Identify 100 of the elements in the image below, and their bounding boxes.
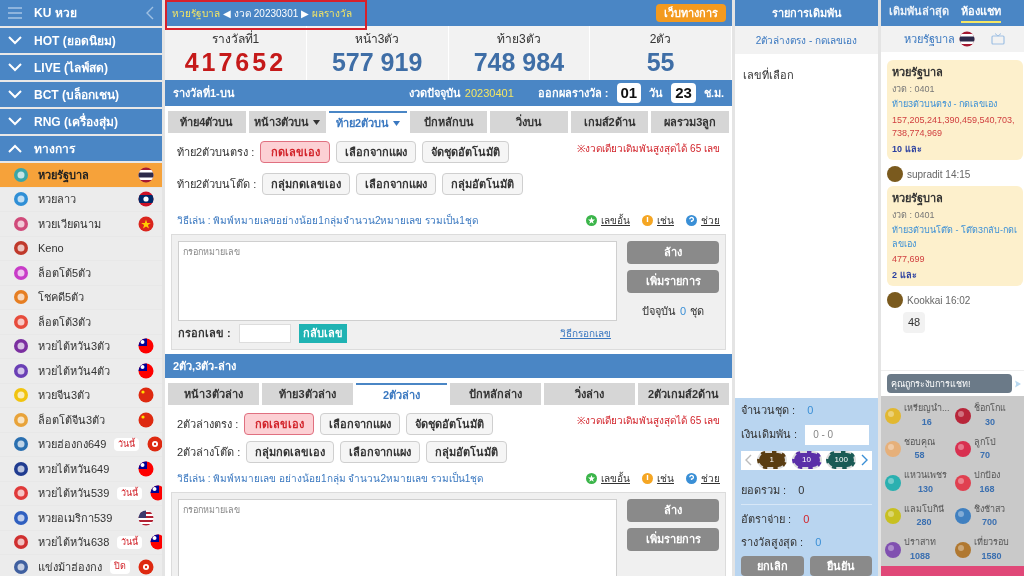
help-link[interactable]: เลขอั้น	[601, 471, 630, 486]
gift-item[interactable]: ปกป้อง 168	[954, 467, 1024, 499]
bet-option-button[interactable]: เลือกจากแผง	[340, 441, 421, 463]
bet-option-button[interactable]: เลือกจากแผง	[336, 141, 417, 163]
lottery-logo-icon	[12, 509, 30, 526]
bet-option-button[interactable]: กลุ่มอัตโนมัติ	[426, 441, 508, 463]
gift-item[interactable]: แหวนเพชร 130	[884, 467, 954, 499]
gift-name: แหวนเพชร	[904, 469, 947, 483]
arrow-link[interactable]: ◀	[223, 5, 231, 21]
gift-icon	[954, 507, 972, 526]
gift-icon	[954, 440, 972, 459]
lottery-item[interactable]: หวยไต้หวัน649	[0, 457, 162, 481]
gift-price: 130	[918, 482, 933, 496]
gift-icon	[954, 540, 972, 559]
bet-limit-notice: ※งวดเดียวเดิมพันสูงสุดได้ 65 เลข	[577, 414, 720, 429]
bet-type-tab[interactable]: ปักหลักล่าง	[450, 383, 541, 405]
gift-item[interactable]: ช็อกโกแ 30	[954, 400, 1024, 431]
chip-button[interactable]: 100	[826, 451, 857, 469]
bet-option-button[interactable]: กดเลขเอง	[260, 141, 331, 163]
gift-item[interactable]: แลมโบกินี 280	[884, 500, 954, 532]
bet-type-tab[interactable]: หน้า3ตัวล่าง	[168, 383, 259, 405]
lottery-item[interactable]: หวยจีน3ตัว	[0, 383, 162, 407]
bet-option-button[interactable]: กลุ่มอัตโนมัติ	[442, 173, 524, 195]
tv-icon[interactable]	[990, 33, 1005, 45]
bubble-lottery: หวยรัฐบาล	[892, 191, 944, 207]
gift-item[interactable]: เหรียญนำ... 16	[884, 400, 954, 431]
star-icon	[586, 215, 597, 226]
gift-name: ชิงช้าสว	[974, 502, 1005, 516]
lottery-item[interactable]: หวยรัฐบาล	[0, 163, 162, 187]
arrow-link[interactable]: ▶	[301, 5, 310, 21]
category-header[interactable]: BCT (บล็อกเชน)	[0, 82, 162, 107]
bet-type-tab[interactable]: วิ่งล่าง	[544, 383, 635, 405]
lottery-logo-icon	[12, 362, 30, 379]
sets-label: จำนวนชุด :	[741, 403, 796, 419]
lottery-item[interactable]: Keno	[0, 236, 162, 260]
lottery-item[interactable]: หวยไต้หวัน539 วันนี้	[0, 481, 162, 505]
chip-button[interactable]: 10	[791, 451, 822, 469]
bet-type-tab[interactable]: เกมส์2ด้าน	[570, 111, 649, 133]
bet-type-tab[interactable]: ท้าย4ตัวบน	[168, 111, 246, 133]
help-link[interactable]: เช่น	[657, 471, 674, 486]
bubble-numbers: 477,699	[892, 253, 926, 266]
bet-option-button[interactable]: กลุ่มกดเลขเอง	[262, 173, 351, 195]
lottery-logo-icon	[12, 240, 30, 257]
stake-field[interactable]: 0 - 0	[805, 424, 870, 445]
gift-icon	[884, 440, 902, 459]
category-header[interactable]: RNG (เครื่องสุ่ม)	[0, 109, 162, 134]
bet-option-button[interactable]: จัดชุดอัตโนมัติ	[422, 141, 510, 163]
lottery-item[interactable]: ล็อตโต้3ตัว	[0, 310, 162, 334]
bet-option-button[interactable]: กลุ่มกดเลขเอง	[246, 441, 335, 463]
lottery-item[interactable]: หวยลาว	[0, 187, 162, 211]
collapse-icon[interactable]	[146, 6, 154, 20]
lottery-item[interactable]: หวยไต้หวัน4ตัว	[0, 359, 162, 383]
lottery-item[interactable]: หวยฮ่องกง649 วันนี้	[0, 432, 162, 456]
bet-type-tab[interactable]: วิ่งบน	[490, 111, 568, 133]
bet-type-tab[interactable]: ผลรวม3ลูก	[651, 111, 730, 133]
bet-type-tab[interactable]: ท้าย3ตัวล่าง	[262, 383, 353, 405]
category-header[interactable]: LIVE (ไลฟ์สด)	[0, 55, 162, 80]
bet-type-tab[interactable]: ปักหลักบน	[409, 111, 488, 133]
lottery-logo-icon	[12, 387, 30, 404]
lottery-item[interactable]: ล็อตโต้5ตัว	[0, 261, 162, 285]
help-link[interactable]: ช่วย	[701, 213, 720, 228]
gift-icon	[884, 406, 902, 425]
gift-item[interactable]: เที่ยวรอบ 1580	[954, 534, 1024, 566]
chip-button[interactable]: 1	[756, 451, 787, 469]
how-to-play-text: วิธีเล่น : พิมพ์หมายเลข อย่างน้อย1กลุ่ม จำนวน2หมายเลข รวมเป็น1ชุด	[177, 471, 485, 486]
lottery-item[interactable]: หวยอเมริกา539	[0, 506, 162, 530]
lottery-item[interactable]: หวยเวียดนาม	[0, 212, 162, 236]
chevron-left-icon[interactable]	[745, 454, 752, 466]
entry-help-link[interactable]: วิธีกรอกเลข	[560, 326, 611, 341]
help-link[interactable]: ช่วย	[701, 471, 720, 486]
lottery-item[interactable]: โชคดี5ตัว	[0, 285, 162, 309]
gift-item[interactable]: ชิงช้าสว 700	[954, 500, 1024, 532]
category-header[interactable]: ทางการ	[0, 136, 162, 161]
gift-item[interactable]: ชอบคุณ 58	[884, 433, 954, 465]
help-link[interactable]: เลขอั้น	[601, 213, 630, 228]
bet-type-tab[interactable]: 2ตัวเกมส์2ด้าน	[638, 383, 729, 405]
bet-option-label: ท้าย2ตัวบนตรง :	[177, 144, 255, 160]
bet-option-button[interactable]: กดเลขเอง	[244, 413, 315, 435]
lottery-item[interactable]: หวยไต้หวัน3ตัว	[0, 334, 162, 358]
category-header[interactable]: HOT (ยอดนิยม)	[0, 28, 162, 53]
lottery-logo-icon	[12, 289, 30, 306]
user-avatar	[887, 166, 903, 182]
lottery-item[interactable]: หวยไต้หวัน638 วันนี้	[0, 530, 162, 554]
lottery-item[interactable]: แข่งม้าฮ่องกง ปิด	[0, 555, 162, 576]
enter-number-field[interactable]	[238, 324, 291, 343]
lottery-item[interactable]: ล็อตโต้จีน3ตัว	[0, 408, 162, 432]
bet-option-button[interactable]: จัดชุดอัตโนมัติ	[406, 413, 494, 435]
bet-option-button[interactable]: เลือกจากแผง	[356, 173, 437, 195]
gift-item[interactable]: ปราสาท 1088	[884, 534, 954, 566]
number-entry-field[interactable]: กรอกหมายเลข	[178, 241, 617, 321]
chat-tab[interactable]: ห้องแชท	[961, 3, 1001, 23]
bet-type-tab[interactable]: หน้า3ตัวบน	[248, 111, 327, 133]
chevron-right-icon[interactable]	[861, 454, 868, 466]
breadcrumb-link[interactable]: งวด 20230301	[234, 5, 299, 21]
gift-item[interactable]: ลูกโป่ 70	[954, 433, 1024, 465]
menu-icon[interactable]	[8, 7, 22, 19]
number-entry-field[interactable]: กรอกหมายเลข	[178, 499, 617, 576]
help-link[interactable]: เช่น	[657, 213, 674, 228]
gift-name: ชอบคุณ	[904, 435, 935, 450]
bet-option-button[interactable]: เลือกจากแผง	[320, 413, 401, 435]
